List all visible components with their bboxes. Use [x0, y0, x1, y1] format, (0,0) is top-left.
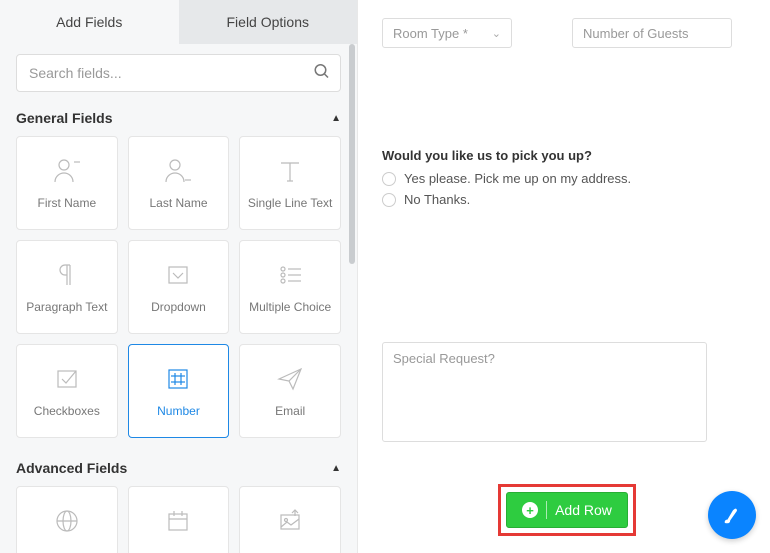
room-type-select[interactable]: Room Type * ⌄ — [382, 18, 512, 48]
field-date[interactable] — [128, 486, 230, 553]
checkbox-icon — [52, 364, 82, 394]
calendar-icon — [163, 506, 193, 536]
field-paragraph-text[interactable]: Paragraph Text — [16, 240, 118, 334]
globe-icon — [52, 506, 82, 536]
person-first-icon — [52, 156, 82, 186]
search-wrapper — [16, 54, 341, 92]
chevron-down-icon: ⌄ — [492, 27, 501, 40]
field-checkboxes[interactable]: Checkboxes — [16, 344, 118, 438]
radio-icon — [382, 172, 396, 186]
collapse-icon: ▲ — [331, 463, 341, 474]
person-last-icon — [163, 156, 193, 186]
paragraph-icon — [52, 260, 82, 290]
field-last-name[interactable]: Last Name — [128, 136, 230, 230]
number-of-guests-input[interactable]: Number of Guests — [572, 18, 732, 48]
plus-circle-icon: + — [522, 502, 538, 518]
question-label: Would you like us to pick you up? — [382, 148, 746, 163]
field-dropdown[interactable]: Dropdown — [128, 240, 230, 334]
special-request-textarea[interactable]: Special Request? — [382, 342, 707, 442]
paper-plane-icon — [275, 364, 305, 394]
text-icon — [275, 156, 305, 186]
radio-yes[interactable]: Yes please. Pick me up on my address. — [382, 171, 746, 186]
hash-icon — [163, 364, 193, 394]
field-multiple-choice[interactable]: Multiple Choice — [239, 240, 341, 334]
search-input[interactable] — [16, 54, 341, 92]
advanced-fields-grid — [16, 486, 341, 553]
general-fields-grid: First Name Last Name Single Line Text Pa… — [16, 136, 341, 438]
scrollbar-thumb[interactable] — [349, 44, 355, 264]
section-title: Advanced Fields — [16, 460, 127, 476]
sidebar-scrollbar[interactable] — [349, 44, 355, 294]
field-single-line-text[interactable]: Single Line Text — [239, 136, 341, 230]
collapse-icon: ▲ — [331, 113, 341, 124]
field-number[interactable]: Number — [128, 344, 230, 438]
pickup-question: Would you like us to pick you up? Yes pl… — [382, 148, 746, 207]
tab-add-fields[interactable]: Add Fields — [0, 0, 179, 44]
dropdown-icon — [163, 260, 193, 290]
radio-icon — [382, 193, 396, 207]
sidebar-tabs: Add Fields Field Options — [0, 0, 357, 44]
tab-field-options[interactable]: Field Options — [179, 0, 358, 44]
field-website[interactable] — [16, 486, 118, 553]
form-canvas: Room Type * ⌄ Number of Guests Would you… — [358, 0, 770, 553]
radio-list-icon — [275, 260, 305, 290]
field-email[interactable]: Email — [239, 344, 341, 438]
section-advanced-fields[interactable]: Advanced Fields ▲ — [16, 454, 341, 486]
upload-image-icon — [275, 506, 305, 536]
search-icon — [313, 63, 331, 84]
field-first-name[interactable]: First Name — [16, 136, 118, 230]
edit-fab-button[interactable] — [708, 491, 756, 539]
add-row-button[interactable]: + Add Row — [506, 492, 628, 528]
fields-sidebar: Add Fields Field Options General Fields … — [0, 0, 358, 553]
section-title: General Fields — [16, 110, 112, 126]
radio-no[interactable]: No Thanks. — [382, 192, 746, 207]
section-general-fields[interactable]: General Fields ▲ — [16, 104, 341, 136]
brush-icon — [721, 504, 743, 526]
field-file-upload[interactable] — [239, 486, 341, 553]
